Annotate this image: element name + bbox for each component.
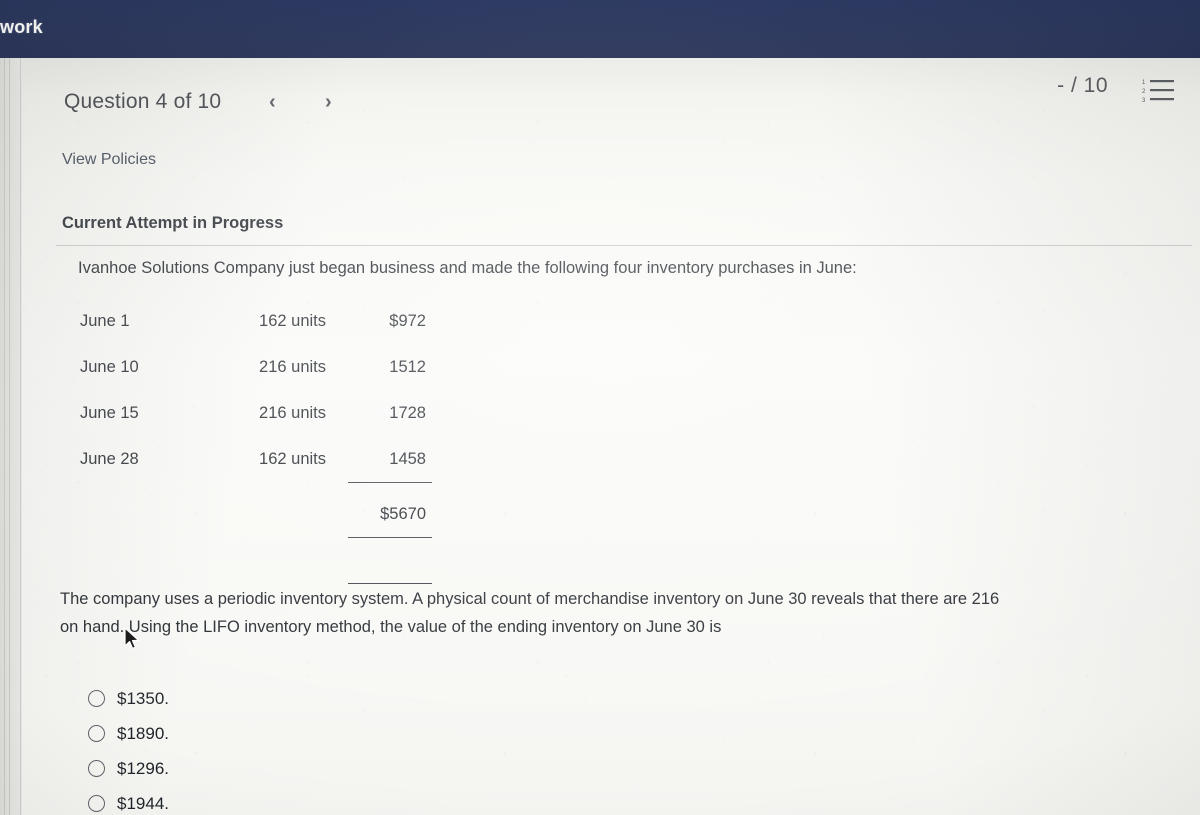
prompt-line-1: The company uses a periodic inventory sy… bbox=[60, 590, 1000, 608]
next-question-icon[interactable]: › bbox=[313, 92, 343, 112]
purchase-units: 162 units bbox=[259, 449, 326, 468]
purchase-amount: 1458 bbox=[389, 449, 426, 468]
total-rule-row bbox=[78, 537, 432, 584]
question-intro-text: Ivanhoe Solutions Company just began bus… bbox=[78, 259, 857, 277]
subtotal-rule-row bbox=[78, 482, 432, 492]
gutter-rule-1 bbox=[4, 58, 5, 815]
radio-button-icon[interactable] bbox=[88, 690, 105, 707]
section-divider bbox=[56, 245, 1192, 246]
prompt-line-2: on hand. Using the LIFO inventory method… bbox=[60, 618, 722, 636]
app-banner: work bbox=[0, 0, 1200, 58]
total-double-rule bbox=[348, 537, 432, 584]
purchase-date: June 28 bbox=[80, 449, 139, 468]
answer-option-1[interactable]: $1350. bbox=[88, 681, 169, 716]
table-row: June 1 162 units $972 bbox=[78, 298, 432, 344]
previous-question-icon[interactable]: ‹ bbox=[257, 92, 287, 112]
assignment-screenshot: work Question 4 of 10 ‹ › - / 10 1 2 3 V… bbox=[0, 0, 1200, 815]
gutter-rule-3 bbox=[20, 58, 21, 815]
radio-button-icon[interactable] bbox=[88, 725, 105, 742]
answer-option-3[interactable]: $1296. bbox=[88, 751, 169, 786]
answer-option-label: $1944. bbox=[117, 793, 169, 813]
answer-option-label: $1296. bbox=[117, 758, 169, 778]
answer-option-label: $1890. bbox=[117, 723, 169, 743]
inventory-purchases-table: June 1 162 units $972 June 10 216 units … bbox=[78, 298, 432, 584]
question-prompt: The company uses a periodic inventory sy… bbox=[60, 585, 1200, 641]
svg-text:3: 3 bbox=[1142, 98, 1146, 104]
purchase-date: June 10 bbox=[80, 357, 139, 376]
purchase-date: June 15 bbox=[80, 403, 139, 422]
view-policies-link[interactable]: View Policies bbox=[62, 151, 156, 169]
attempt-status: Current Attempt in Progress bbox=[62, 214, 284, 232]
total-spacer-mid bbox=[198, 491, 348, 538]
purchase-units: 162 units bbox=[259, 311, 326, 330]
question-title: Question 4 of 10 bbox=[64, 90, 222, 113]
answer-options: $1350. $1890. $1296. $1944. bbox=[88, 681, 169, 815]
answer-option-2[interactable]: $1890. bbox=[88, 716, 169, 751]
purchases-total: $5670 bbox=[380, 504, 426, 523]
rule-spacer-left bbox=[78, 483, 198, 492]
rule-spacer-mid bbox=[198, 483, 348, 492]
double-rule-spacer-mid bbox=[198, 538, 348, 584]
total-spacer-left bbox=[78, 491, 198, 538]
purchase-date: June 1 bbox=[80, 311, 130, 330]
svg-text:1: 1 bbox=[1142, 80, 1146, 86]
answer-option-4[interactable]: $1944. bbox=[88, 786, 169, 815]
purchase-units: 216 units bbox=[259, 357, 326, 376]
svg-text:2: 2 bbox=[1142, 89, 1146, 95]
score-display: - / 10 bbox=[1057, 74, 1108, 97]
double-rule-spacer-left bbox=[78, 538, 198, 584]
purchase-amount: 1728 bbox=[389, 403, 426, 422]
total-row: $5670 bbox=[78, 491, 432, 538]
numbered-list-icon[interactable]: 1 2 3 bbox=[1142, 76, 1178, 106]
purchase-amount: 1512 bbox=[389, 357, 426, 376]
question-header: Question 4 of 10 ‹ › bbox=[64, 90, 343, 114]
purchase-amount: $972 bbox=[389, 311, 426, 330]
radio-button-icon[interactable] bbox=[88, 760, 105, 777]
gutter-rule-2 bbox=[9, 58, 10, 815]
purchase-units: 216 units bbox=[259, 403, 326, 422]
table-row: June 15 216 units 1728 bbox=[78, 390, 432, 436]
radio-button-icon[interactable] bbox=[88, 795, 105, 812]
table-row: June 28 162 units 1458 bbox=[78, 436, 432, 483]
answer-option-label: $1350. bbox=[117, 688, 169, 708]
banner-title: work bbox=[0, 17, 43, 37]
subtotal-rule bbox=[348, 482, 432, 491]
table-row: June 10 216 units 1512 bbox=[78, 344, 432, 390]
